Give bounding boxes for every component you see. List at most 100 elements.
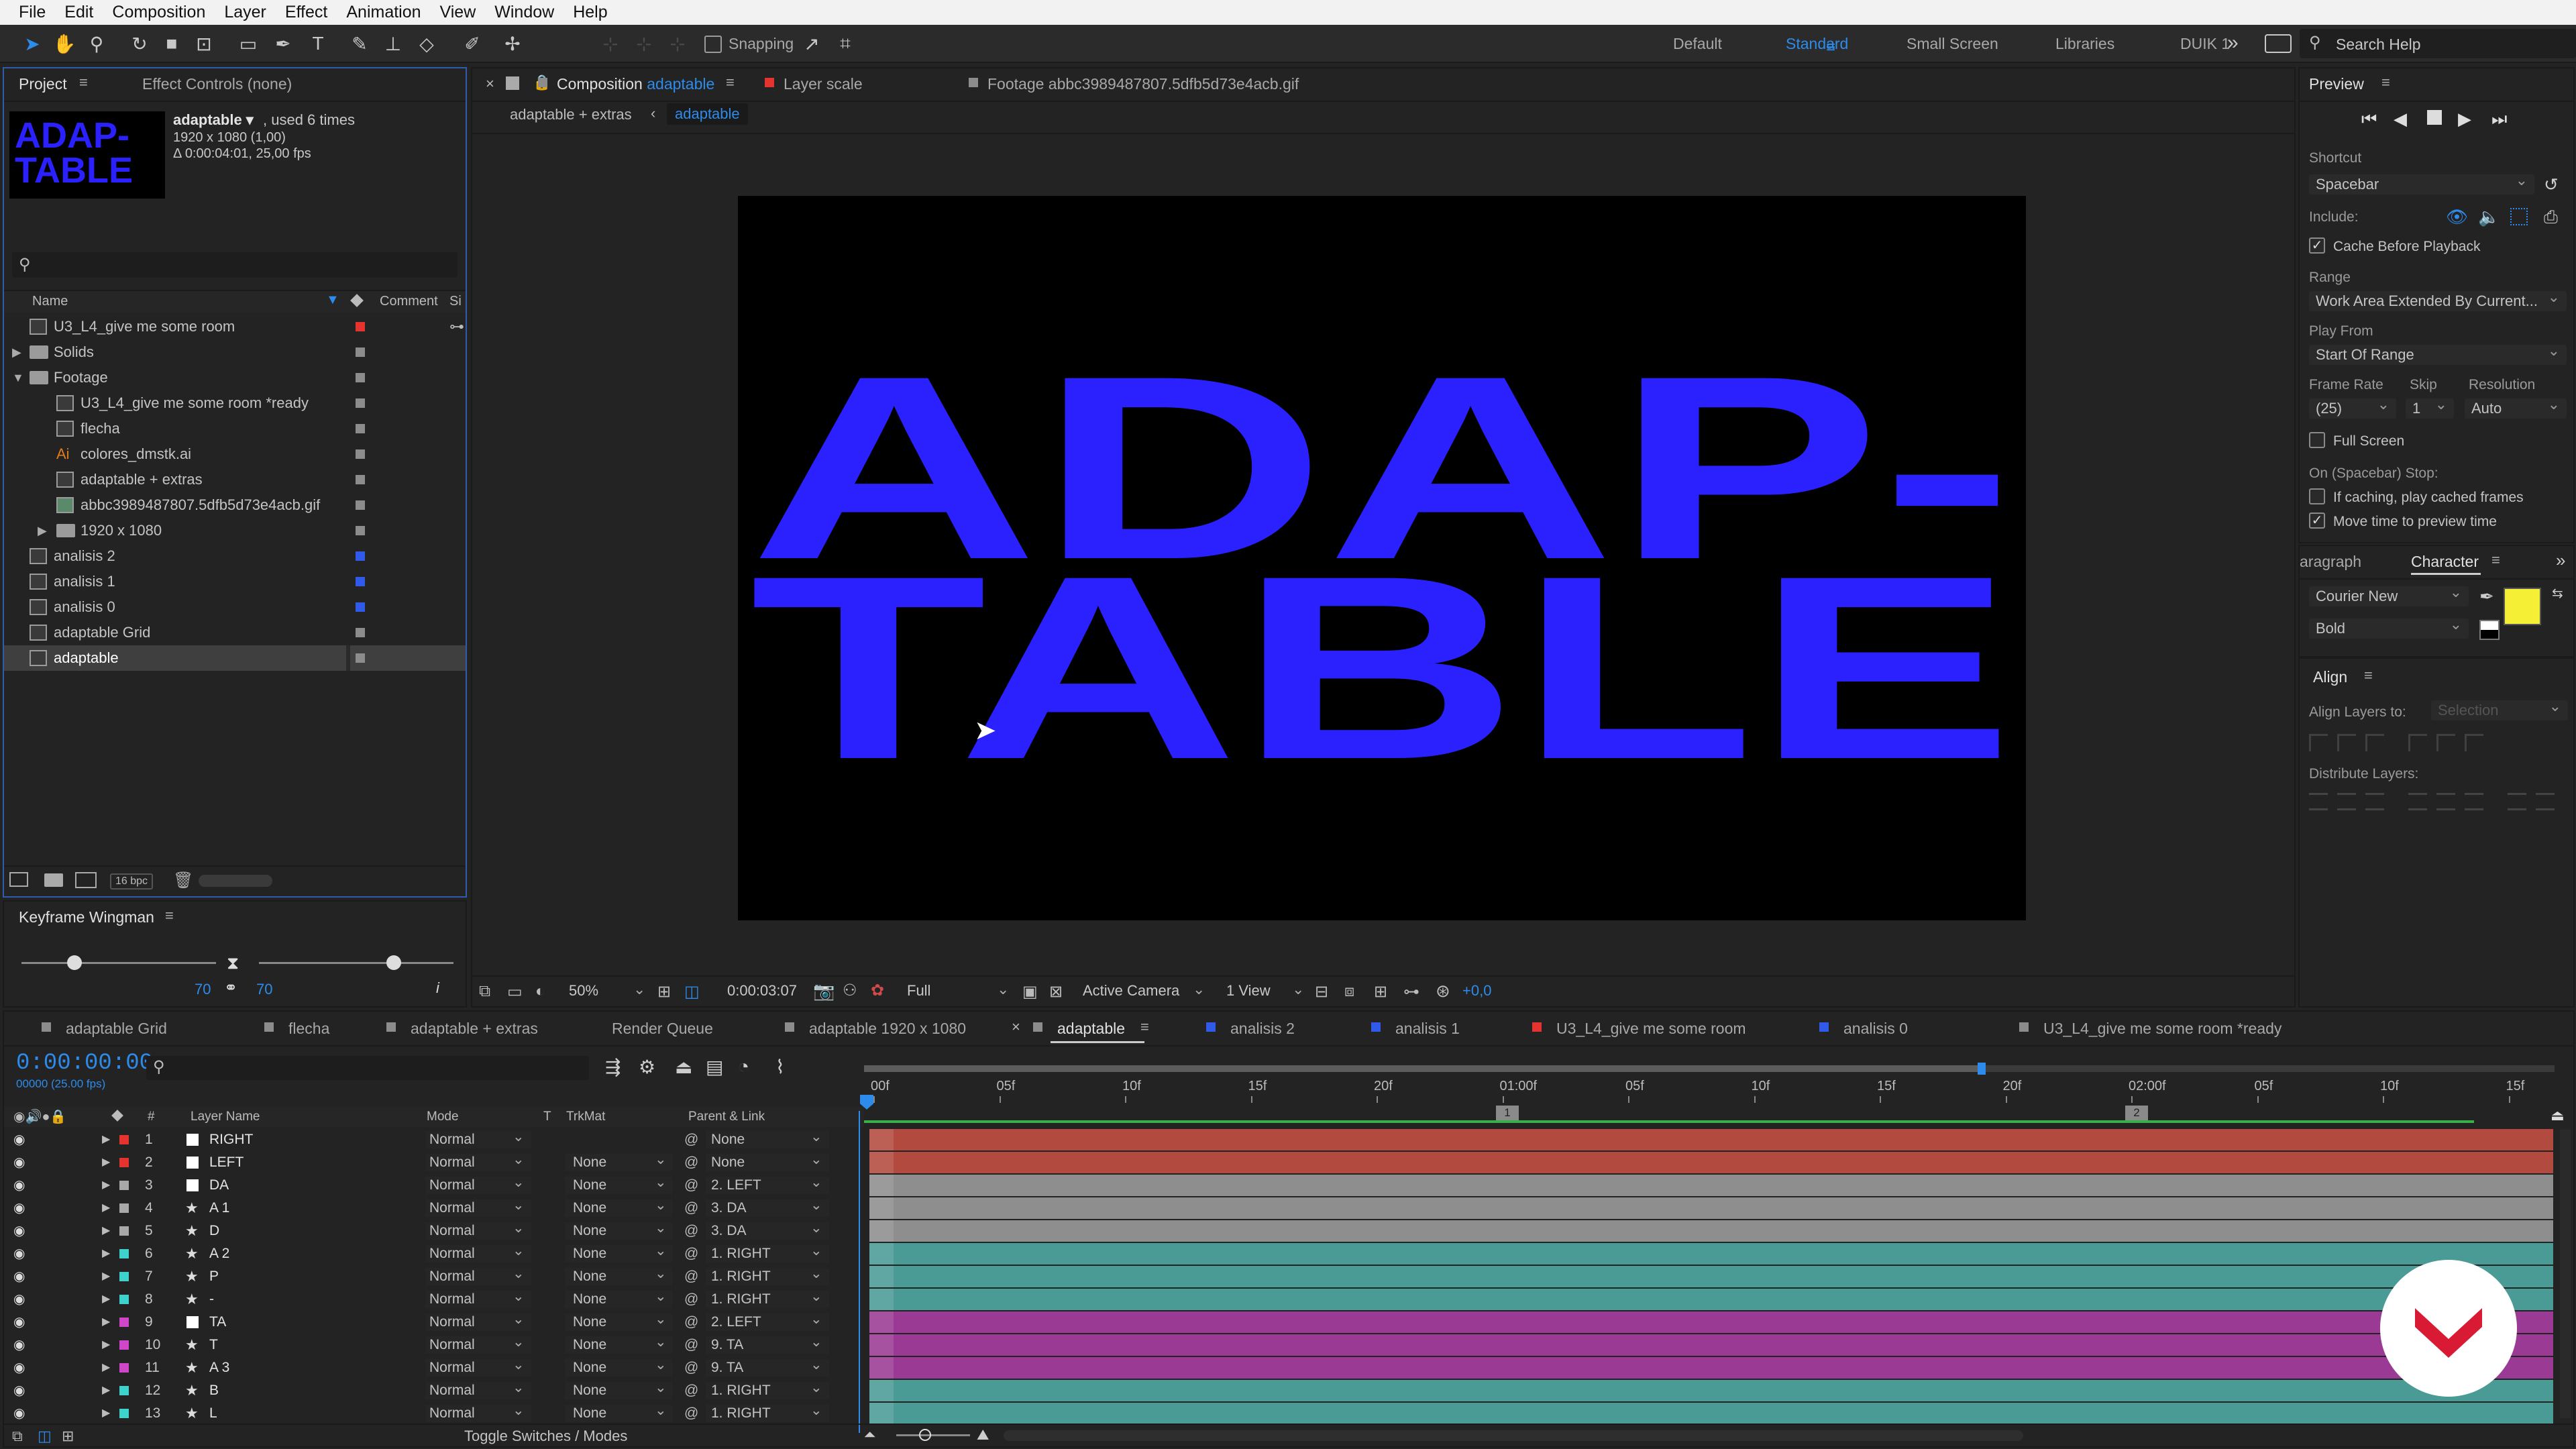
label-tag-icon[interactable] — [111, 1110, 123, 1122]
ease-out-slider-track[interactable] — [21, 962, 216, 964]
include-overlays-icon[interactable] — [2510, 208, 2528, 225]
pickwhip-icon[interactable]: @ — [684, 1402, 698, 1425]
layer-label-color[interactable] — [119, 1135, 129, 1144]
frame-blending-icon[interactable]: ▤ — [706, 1056, 723, 1078]
flowchart-icon[interactable]: ⊶ — [1403, 982, 1419, 1002]
pickwhip-icon[interactable]: @ — [684, 1242, 698, 1265]
visibility-eye-icon[interactable]: ◉ — [13, 1311, 25, 1334]
ease-out-value[interactable]: 70 — [195, 981, 211, 998]
layer-duration-bar[interactable] — [869, 1403, 2553, 1424]
project-item[interactable]: ▼ Footage — [4, 365, 466, 390]
layer-name[interactable]: A 2 — [209, 1242, 229, 1265]
rotate-tool-icon[interactable]: ↻ — [126, 30, 153, 57]
font-family-dropdown[interactable]: Courier New — [2309, 582, 2469, 606]
layer-row[interactable]: ◉ ▶ 3 DA Normal ⌄ None ⌄ @2. LEFT ⌄ — [4, 1174, 869, 1197]
rectangle-tool-icon[interactable]: ▭ — [235, 30, 262, 57]
cache-before-playback-checkbox[interactable]: ✓ — [2309, 237, 2325, 254]
timeline-tab[interactable]: flecha — [288, 1020, 329, 1038]
last-frame-icon[interactable]: ⏭ — [2491, 109, 2507, 130]
expand-arrow-icon[interactable]: ▶ — [102, 1311, 110, 1334]
layer-name[interactable]: B — [209, 1379, 219, 1402]
layer-in-point-handle[interactable] — [869, 1129, 894, 1150]
shortcut-dropdown[interactable]: Spacebar — [2309, 170, 2534, 195]
timeline-icon[interactable]: ⊞ — [1374, 982, 1387, 1002]
label-color-chip[interactable] — [356, 449, 365, 459]
link-icon[interactable]: ⚭ — [224, 978, 237, 998]
visibility-eye-icon[interactable]: ◉ — [13, 1288, 25, 1311]
column-parent[interactable]: Parent & Link — [688, 1110, 765, 1124]
panel-menu-icon[interactable]: ≡ — [2381, 74, 2390, 91]
distribute-icon[interactable] — [2337, 793, 2356, 810]
current-time-display[interactable]: 0:00:03:07 — [727, 982, 797, 1000]
new-folder-icon[interactable] — [44, 873, 63, 887]
layer-name[interactable]: TA — [209, 1311, 226, 1334]
pickwhip-icon[interactable]: @ — [684, 1128, 698, 1151]
align-icon[interactable] — [2408, 734, 2427, 751]
layer-label-color[interactable] — [119, 1295, 129, 1304]
pickwhip-icon[interactable]: @ — [684, 1220, 698, 1242]
layer-in-point-handle[interactable] — [869, 1289, 894, 1310]
layer-duration-bar[interactable] — [869, 1311, 2553, 1333]
comp-marker[interactable]: 1 — [1496, 1106, 1519, 1120]
workspace-small-screen[interactable]: Small Screen — [1907, 25, 1998, 63]
snap-edges-icon[interactable]: ↗ — [798, 30, 825, 57]
column-trkmat[interactable]: TrkMat — [566, 1110, 605, 1124]
layer-duration-bar[interactable] — [869, 1152, 2553, 1173]
column-layer-name[interactable]: Layer Name — [191, 1110, 260, 1124]
layer-duration-bar[interactable] — [869, 1380, 2553, 1401]
if-caching-checkbox[interactable] — [2309, 488, 2325, 504]
stop-icon[interactable] — [2427, 110, 2442, 125]
reset-icon[interactable]: ↺ — [2544, 174, 2559, 195]
draft-3d-icon[interactable]: ⚙ — [639, 1056, 655, 1078]
label-color-chip[interactable] — [356, 424, 365, 433]
distribute-icon[interactable] — [2536, 793, 2555, 810]
layer-duration-bar[interactable] — [869, 1266, 2553, 1287]
layer-name[interactable]: T — [209, 1334, 218, 1356]
visibility-eye-icon[interactable]: ◉ — [13, 1128, 25, 1151]
wingman-title[interactable]: Keyframe Wingman — [19, 908, 154, 926]
layer-in-point-handle[interactable] — [869, 1334, 894, 1356]
fill-color-swatch[interactable] — [2504, 588, 2541, 625]
layer-name[interactable]: LEFT — [209, 1151, 244, 1174]
full-screen-checkbox[interactable] — [2309, 432, 2325, 448]
menu-window[interactable]: Window — [485, 0, 564, 25]
expand-arrow-icon[interactable]: ▶ — [102, 1174, 110, 1197]
workspace-libraries[interactable]: Libraries — [2055, 25, 2114, 63]
layer-row[interactable]: ◉ ▶ 2 LEFT Normal ⌄ None ⌄ @ None ⌄ — [4, 1151, 869, 1174]
export-icon[interactable]: ⎙ — [2544, 207, 2558, 228]
workspace-standard[interactable]: Standard — [1786, 25, 1848, 63]
previous-frame-icon[interactable]: ◀ — [2394, 109, 2407, 129]
menu-edit[interactable]: Edit — [55, 0, 103, 25]
layer-label-color[interactable] — [119, 1363, 129, 1373]
layer-in-point-handle[interactable] — [869, 1220, 894, 1242]
pickwhip-icon[interactable]: @ — [684, 1356, 698, 1379]
distribute-icon[interactable] — [2436, 793, 2455, 810]
hourglass-icon[interactable]: ⧗ — [227, 953, 239, 974]
resolution-dropdown[interactable]: Full — [907, 982, 930, 1000]
always-preview-icon[interactable]: ⧉ — [479, 982, 490, 1001]
selection-tool-icon[interactable]: ➤ — [19, 30, 46, 57]
snapshot-camera-icon[interactable]: 📷 — [813, 981, 835, 1002]
pickwhip-icon[interactable]: @ — [684, 1174, 698, 1197]
visibility-eye-icon[interactable]: ◉ — [13, 1220, 25, 1242]
chevron-right-icon[interactable]: ▶ — [12, 339, 21, 365]
preview-title[interactable]: Preview — [2309, 75, 2364, 93]
viewer-tab[interactable]: Layer scale — [784, 75, 863, 93]
menu-view[interactable]: View — [431, 0, 486, 25]
channel-colors-icon[interactable]: ✿ — [871, 981, 884, 1000]
label-color-chip[interactable] — [356, 322, 365, 331]
workspace-duik-1[interactable]: DUIK 1 — [2180, 25, 2230, 63]
layer-duration-bar[interactable] — [869, 1197, 2553, 1219]
layer-duration-bar[interactable] — [869, 1175, 2553, 1196]
composition-canvas[interactable]: ADAP- TABLE ➤ — [738, 196, 2026, 920]
view-layout-dropdown[interactable]: 1 View — [1226, 982, 1271, 1000]
layer-label-color[interactable] — [119, 1318, 129, 1327]
close-tab-icon[interactable]: × — [486, 75, 494, 93]
more-workspaces-icon[interactable]: » — [2227, 32, 2239, 54]
time-zoom-slider[interactable] — [896, 1434, 970, 1436]
visibility-eye-icon[interactable]: ◉ — [13, 1334, 25, 1356]
comp-lock-icon[interactable] — [506, 76, 519, 90]
transparency-grid-icon[interactable]: ◫ — [684, 982, 700, 1002]
visibility-eye-icon[interactable]: ◉ — [13, 1197, 25, 1220]
font-style-dropdown[interactable]: Bold — [2309, 614, 2469, 639]
